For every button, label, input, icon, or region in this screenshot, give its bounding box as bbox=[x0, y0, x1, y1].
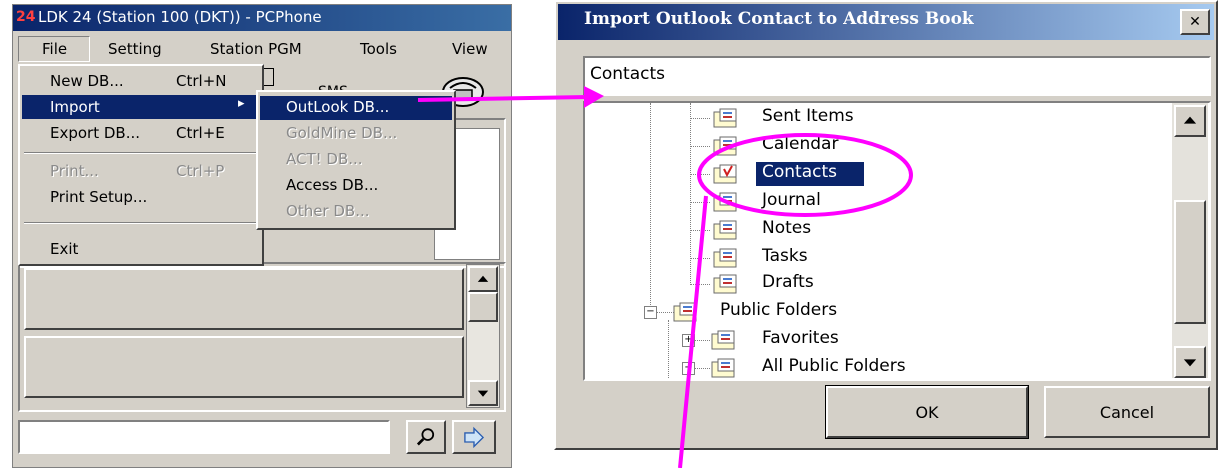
tree-item-sent-items[interactable]: Sent Items bbox=[762, 106, 854, 126]
tree-line bbox=[690, 284, 710, 285]
arrow-down-icon bbox=[1183, 359, 1197, 367]
arrow-right-icon bbox=[464, 426, 485, 449]
tree-line bbox=[690, 146, 710, 147]
menu-setting[interactable]: Setting bbox=[108, 40, 162, 58]
contacts-folder-icon bbox=[713, 164, 737, 184]
menu-separator bbox=[24, 152, 258, 154]
tree-item-journal[interactable]: Journal bbox=[762, 190, 821, 210]
tree-item-tasks[interactable]: Tasks bbox=[762, 246, 808, 266]
magnifier-icon bbox=[416, 428, 435, 446]
menu-item-access-db[interactable]: Access DB... bbox=[286, 176, 378, 194]
tree-item-public-folders[interactable]: Public Folders bbox=[720, 300, 837, 320]
next-button[interactable] bbox=[452, 420, 496, 454]
menu-item-print-setup[interactable]: Print Setup... bbox=[50, 188, 147, 206]
tree-line bbox=[690, 202, 710, 203]
list-item[interactable] bbox=[24, 268, 464, 330]
menu-item-import[interactable]: Import bbox=[50, 98, 100, 116]
menu-file[interactable]: File bbox=[42, 40, 67, 58]
tree-line bbox=[650, 103, 651, 313]
folder-icon bbox=[713, 248, 737, 268]
expand-toggle-icon[interactable]: + bbox=[682, 334, 695, 347]
folder-path-value: Contacts bbox=[590, 64, 665, 84]
menu-item-exit[interactable]: Exit bbox=[50, 240, 78, 258]
scroll-up-button[interactable] bbox=[1174, 105, 1206, 137]
menu-item-outlook-db[interactable]: OutLook DB... bbox=[286, 98, 389, 116]
menu-tools[interactable]: Tools bbox=[360, 40, 397, 58]
menu-item-print[interactable]: Print... bbox=[50, 162, 99, 180]
tree-item-notes[interactable]: Notes bbox=[762, 218, 811, 238]
folder-icon bbox=[713, 192, 737, 212]
menu-separator bbox=[24, 222, 258, 224]
close-icon: ✕ bbox=[1189, 14, 1201, 30]
window-title: LDK 24 (Station 100 (DKT)) - PCPhone bbox=[38, 8, 322, 26]
cancel-button-label: Cancel bbox=[1099, 402, 1155, 422]
tree-line bbox=[690, 174, 710, 175]
tree-item-all-public-folders[interactable]: All Public Folders bbox=[762, 356, 906, 376]
tree-line bbox=[690, 103, 691, 283]
menu-item-export-db[interactable]: Export DB... bbox=[50, 124, 140, 142]
scroll-down-button[interactable] bbox=[468, 380, 498, 406]
tree-line bbox=[690, 230, 710, 231]
folder-path-field[interactable] bbox=[583, 56, 1211, 96]
cancel-button[interactable]: Cancel bbox=[1044, 386, 1210, 438]
folder-icon bbox=[711, 330, 735, 350]
scroll-thumb[interactable] bbox=[468, 292, 498, 322]
scroll-up-button[interactable] bbox=[468, 266, 498, 292]
tree-item-contacts[interactable]: Contacts bbox=[762, 162, 837, 182]
ok-button-label: OK bbox=[915, 402, 939, 422]
app-logo-icon: 24 bbox=[16, 9, 36, 25]
expand-toggle-icon[interactable]: + bbox=[682, 362, 695, 375]
menu-item-other-db[interactable]: Other DB... bbox=[286, 202, 370, 220]
arrow-up-icon bbox=[1183, 116, 1197, 124]
menu-shortcut: Ctrl+P bbox=[176, 162, 225, 180]
folder-icon bbox=[673, 302, 697, 322]
submenu-arrow-icon: ▸ bbox=[238, 96, 245, 111]
scroll-thumb[interactable] bbox=[1174, 200, 1206, 324]
tree-item-drafts[interactable]: Drafts bbox=[762, 272, 814, 292]
arrow-up-icon bbox=[477, 275, 489, 282]
dialog-title: Import Outlook Contact to Address Book bbox=[584, 9, 974, 29]
tree-line bbox=[690, 258, 710, 259]
menu-shortcut: Ctrl+N bbox=[176, 72, 227, 90]
close-button[interactable]: ✕ bbox=[1180, 9, 1210, 35]
tree-line bbox=[694, 368, 710, 369]
folder-icon bbox=[713, 220, 737, 240]
tree-item-favorites[interactable]: Favorites bbox=[762, 328, 839, 348]
tree-line bbox=[668, 320, 669, 378]
menu-item-new-db[interactable]: New DB... bbox=[50, 72, 124, 90]
menu-station-pgm[interactable]: Station PGM bbox=[210, 40, 302, 58]
arrow-down-icon bbox=[477, 390, 489, 397]
search-button[interactable] bbox=[406, 420, 446, 454]
menu-item-goldmine-db[interactable]: GoldMine DB... bbox=[286, 124, 397, 142]
folder-tree[interactable] bbox=[583, 101, 1211, 381]
folder-icon bbox=[711, 358, 735, 378]
folder-icon bbox=[713, 108, 737, 128]
folder-icon bbox=[713, 136, 737, 156]
ok-button[interactable]: OK bbox=[825, 385, 1029, 439]
folder-icon bbox=[713, 274, 737, 294]
tree-item-calendar[interactable]: Calendar bbox=[762, 134, 838, 154]
tree-line bbox=[694, 340, 710, 341]
scroll-down-button[interactable] bbox=[1174, 346, 1206, 378]
search-input[interactable] bbox=[18, 420, 390, 454]
tree-line bbox=[690, 118, 710, 119]
collapse-toggle-icon[interactable]: − bbox=[644, 306, 657, 319]
list-item[interactable] bbox=[24, 336, 464, 398]
menu-view[interactable]: View bbox=[452, 40, 488, 58]
menu-shortcut: Ctrl+E bbox=[176, 124, 225, 142]
menu-item-act-db[interactable]: ACT! DB... bbox=[286, 150, 363, 168]
